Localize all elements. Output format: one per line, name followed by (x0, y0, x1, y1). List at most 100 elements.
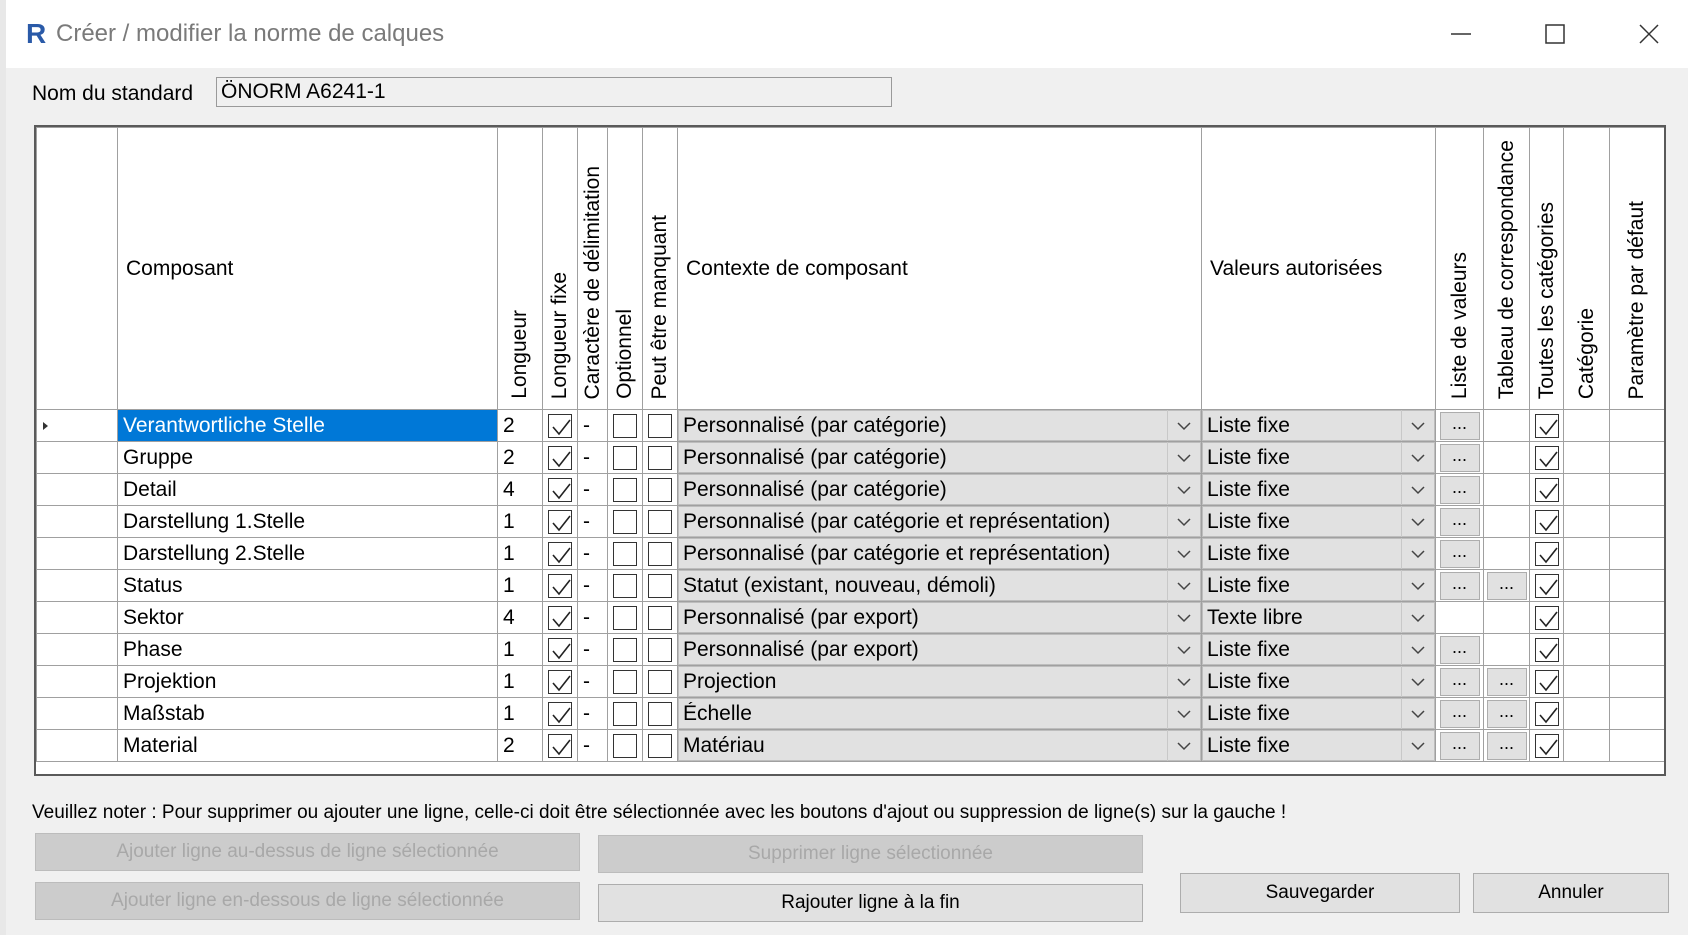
minimize-button[interactable] (1438, 14, 1484, 54)
all-categories-cell[interactable] (1529, 505, 1564, 538)
optional-checkbox[interactable] (613, 733, 637, 758)
value-list-cell[interactable]: ... (1435, 665, 1484, 698)
mapping-table-cell[interactable]: ... (1483, 729, 1530, 762)
delimiter-cell[interactable]: - (577, 473, 608, 506)
mapping-table-cell[interactable]: ... (1483, 697, 1530, 730)
all-categories-checkbox[interactable] (1534, 541, 1559, 566)
fixed-length-cell[interactable] (542, 569, 578, 602)
default-param-cell[interactable] (1609, 697, 1664, 730)
mapping-table-cell[interactable] (1483, 537, 1530, 570)
length-cell[interactable]: 1 (497, 505, 543, 538)
context-cell[interactable]: Personnalisé (par catégorie) (677, 473, 1202, 506)
all-categories-checkbox[interactable] (1534, 573, 1559, 598)
component-cell[interactable]: Darstellung 1.Stelle (117, 505, 498, 538)
value-list-button[interactable]: ... (1439, 636, 1480, 664)
mapping-table-cell[interactable] (1483, 633, 1530, 666)
length-cell[interactable]: 1 (497, 697, 543, 730)
col-header-component[interactable]: Composant (117, 127, 498, 410)
may-be-missing-cell[interactable] (642, 409, 678, 442)
component-cell[interactable]: Gruppe (117, 441, 498, 474)
allowed-values-dropdown[interactable]: Texte libre (1202, 602, 1435, 633)
col-header-may-be-missing[interactable]: Peut être manquant (642, 127, 678, 410)
value-list-cell[interactable]: ... (1435, 537, 1484, 570)
mapping-table-cell[interactable] (1483, 409, 1530, 442)
all-categories-checkbox[interactable] (1534, 637, 1559, 662)
context-cell[interactable]: Personnalisé (par catégorie et représent… (677, 537, 1202, 570)
fixed-length-checkbox[interactable] (548, 477, 572, 502)
context-dropdown[interactable]: Projection (678, 666, 1201, 697)
allowed-values-dropdown[interactable]: Liste fixe (1202, 698, 1435, 729)
optional-checkbox[interactable] (613, 573, 637, 598)
table-row[interactable]: Darstellung 2.Stelle 1 - Personnalisé (par … (36, 537, 1664, 570)
table-row[interactable]: Gruppe 2 - Personnalisé (par catégorie) List… (36, 441, 1664, 474)
length-cell[interactable]: 2 (497, 441, 543, 474)
context-cell[interactable]: Statut (existant, nouveau, démoli) (677, 569, 1202, 602)
all-categories-checkbox[interactable] (1534, 445, 1559, 470)
optional-cell[interactable] (607, 729, 643, 762)
fixed-length-cell[interactable] (542, 729, 578, 762)
col-header-default-param[interactable]: Paramètre par défaut (1609, 127, 1664, 410)
table-row[interactable]: Sektor 4 - Personnalisé (par export) Texte l… (36, 601, 1664, 634)
fixed-length-cell[interactable] (542, 409, 578, 442)
value-list-button[interactable]: ... (1439, 572, 1480, 600)
fixed-length-checkbox[interactable] (548, 669, 572, 694)
all-categories-checkbox[interactable] (1534, 509, 1559, 534)
optional-cell[interactable] (607, 409, 643, 442)
component-cell[interactable]: Sektor (117, 601, 498, 634)
default-param-cell[interactable] (1609, 409, 1664, 442)
dropdown-arrow[interactable] (1167, 570, 1200, 601)
may-be-missing-cell[interactable] (642, 537, 678, 570)
may-be-missing-cell[interactable] (642, 505, 678, 538)
optional-cell[interactable] (607, 665, 643, 698)
col-header-length[interactable]: Longueur (497, 127, 543, 410)
default-param-cell[interactable] (1609, 665, 1664, 698)
all-categories-checkbox[interactable] (1534, 477, 1559, 502)
all-categories-checkbox[interactable] (1534, 669, 1559, 694)
value-list-cell[interactable]: ... (1435, 505, 1484, 538)
default-param-cell[interactable] (1609, 601, 1664, 634)
mapping-table-button[interactable]: ... (1486, 700, 1527, 728)
may-be-missing-cell[interactable] (642, 601, 678, 634)
dropdown-arrow[interactable] (1167, 410, 1200, 441)
context-cell[interactable]: Matériau (677, 729, 1202, 762)
fixed-length-cell[interactable] (542, 537, 578, 570)
may-be-missing-cell[interactable] (642, 729, 678, 762)
may-be-missing-checkbox[interactable] (648, 541, 672, 566)
fixed-length-checkbox[interactable] (548, 445, 572, 470)
value-list-button[interactable]: ... (1439, 700, 1480, 728)
row-selector[interactable] (36, 633, 118, 666)
category-cell[interactable] (1563, 409, 1610, 442)
context-dropdown[interactable]: Statut (existant, nouveau, démoli) (678, 570, 1201, 601)
may-be-missing-checkbox[interactable] (648, 669, 672, 694)
dropdown-arrow[interactable] (1401, 538, 1434, 569)
allowed-values-cell[interactable]: Liste fixe (1201, 633, 1436, 666)
component-cell[interactable]: Projektion (117, 665, 498, 698)
all-categories-cell[interactable] (1529, 569, 1564, 602)
add-row-above-button[interactable]: Ajouter ligne au-dessus de ligne sélecti… (35, 833, 580, 871)
context-dropdown[interactable]: Personnalisé (par export) (678, 602, 1201, 633)
mapping-table-cell[interactable] (1483, 505, 1530, 538)
table-row[interactable]: Maßstab 1 - Échelle Liste fixe...... (36, 697, 1664, 730)
delimiter-cell[interactable]: - (577, 505, 608, 538)
allowed-values-cell[interactable]: Liste fixe (1201, 537, 1436, 570)
may-be-missing-checkbox[interactable] (648, 733, 672, 758)
allowed-values-dropdown[interactable]: Liste fixe (1202, 410, 1435, 441)
allowed-values-dropdown[interactable]: Liste fixe (1202, 442, 1435, 473)
value-list-button[interactable]: ... (1439, 444, 1480, 472)
optional-checkbox[interactable] (613, 445, 637, 470)
row-selector[interactable] (36, 409, 118, 442)
context-cell[interactable]: Personnalisé (par export) (677, 633, 1202, 666)
delete-row-button[interactable]: Supprimer ligne sélectionnée (598, 835, 1143, 873)
mapping-table-cell[interactable] (1483, 473, 1530, 506)
may-be-missing-cell[interactable] (642, 441, 678, 474)
may-be-missing-cell[interactable] (642, 633, 678, 666)
category-cell[interactable] (1563, 537, 1610, 570)
dropdown-arrow[interactable] (1167, 698, 1200, 729)
default-param-cell[interactable] (1609, 505, 1664, 538)
mapping-table-button[interactable]: ... (1486, 732, 1527, 760)
may-be-missing-checkbox[interactable] (648, 477, 672, 502)
fixed-length-cell[interactable] (542, 601, 578, 634)
value-list-button[interactable]: ... (1439, 476, 1480, 504)
row-selector[interactable] (36, 569, 118, 602)
dropdown-arrow[interactable] (1167, 602, 1200, 633)
